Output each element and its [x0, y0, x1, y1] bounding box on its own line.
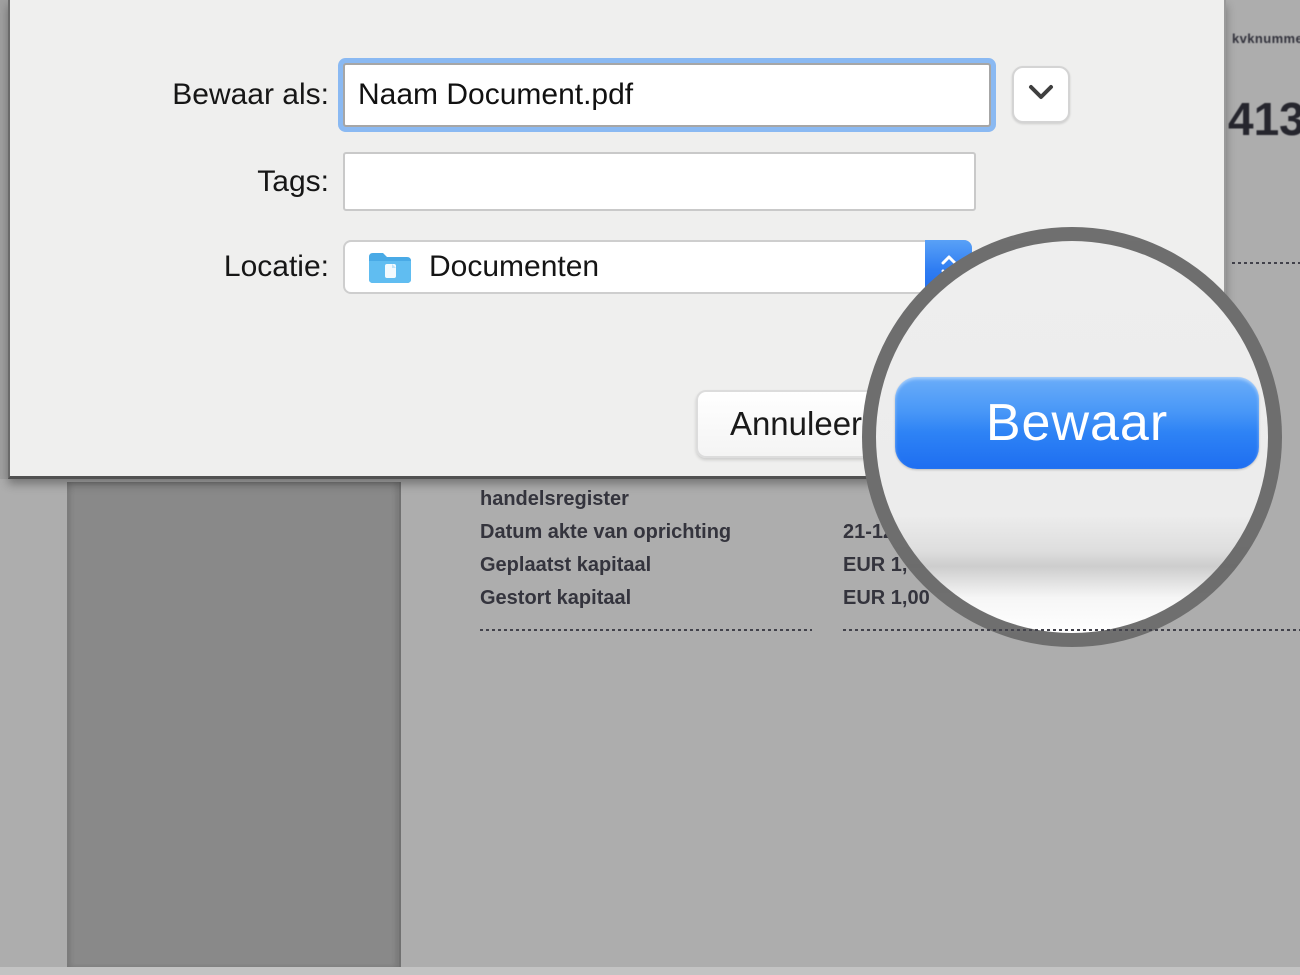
- chevron-down-icon: [1028, 84, 1054, 105]
- background-left-strip: [0, 0, 8, 479]
- document-divider-right: [843, 629, 1300, 631]
- location-value: Documenten: [429, 250, 599, 284]
- tags-label: Tags:: [10, 152, 329, 211]
- background-bottom-strip: [0, 967, 1300, 975]
- document-divider-left: [480, 629, 812, 631]
- document-kvk-header: kvknummer: [1232, 31, 1300, 46]
- save-button[interactable]: Bewaar: [895, 377, 1259, 469]
- document-divider-right-column: [1232, 262, 1300, 264]
- location-label: Locatie:: [10, 240, 329, 294]
- tags-input[interactable]: [343, 152, 976, 211]
- background-panel: [67, 482, 401, 968]
- document-row-label: Gestort kapitaal: [480, 587, 820, 610]
- document-row-label: Datum akte van oprichting: [480, 521, 820, 544]
- document-kvk-number: 4130: [1228, 92, 1300, 146]
- document-row-label: Geplaatst kapitaal: [480, 554, 820, 577]
- magnifier-circle: Bewaar: [862, 227, 1282, 647]
- save-as-label: Bewaar als:: [10, 63, 329, 127]
- screenshot-root: kvknummer 4130 handelsregister Datum akt…: [0, 0, 1300, 975]
- folder-icon: [367, 250, 411, 284]
- expand-dialog-button[interactable]: [1012, 66, 1070, 123]
- location-dropdown[interactable]: Documenten: [343, 240, 972, 294]
- filename-input[interactable]: Naam Document.pdf: [343, 63, 991, 127]
- document-row-label: handelsregister: [480, 488, 820, 511]
